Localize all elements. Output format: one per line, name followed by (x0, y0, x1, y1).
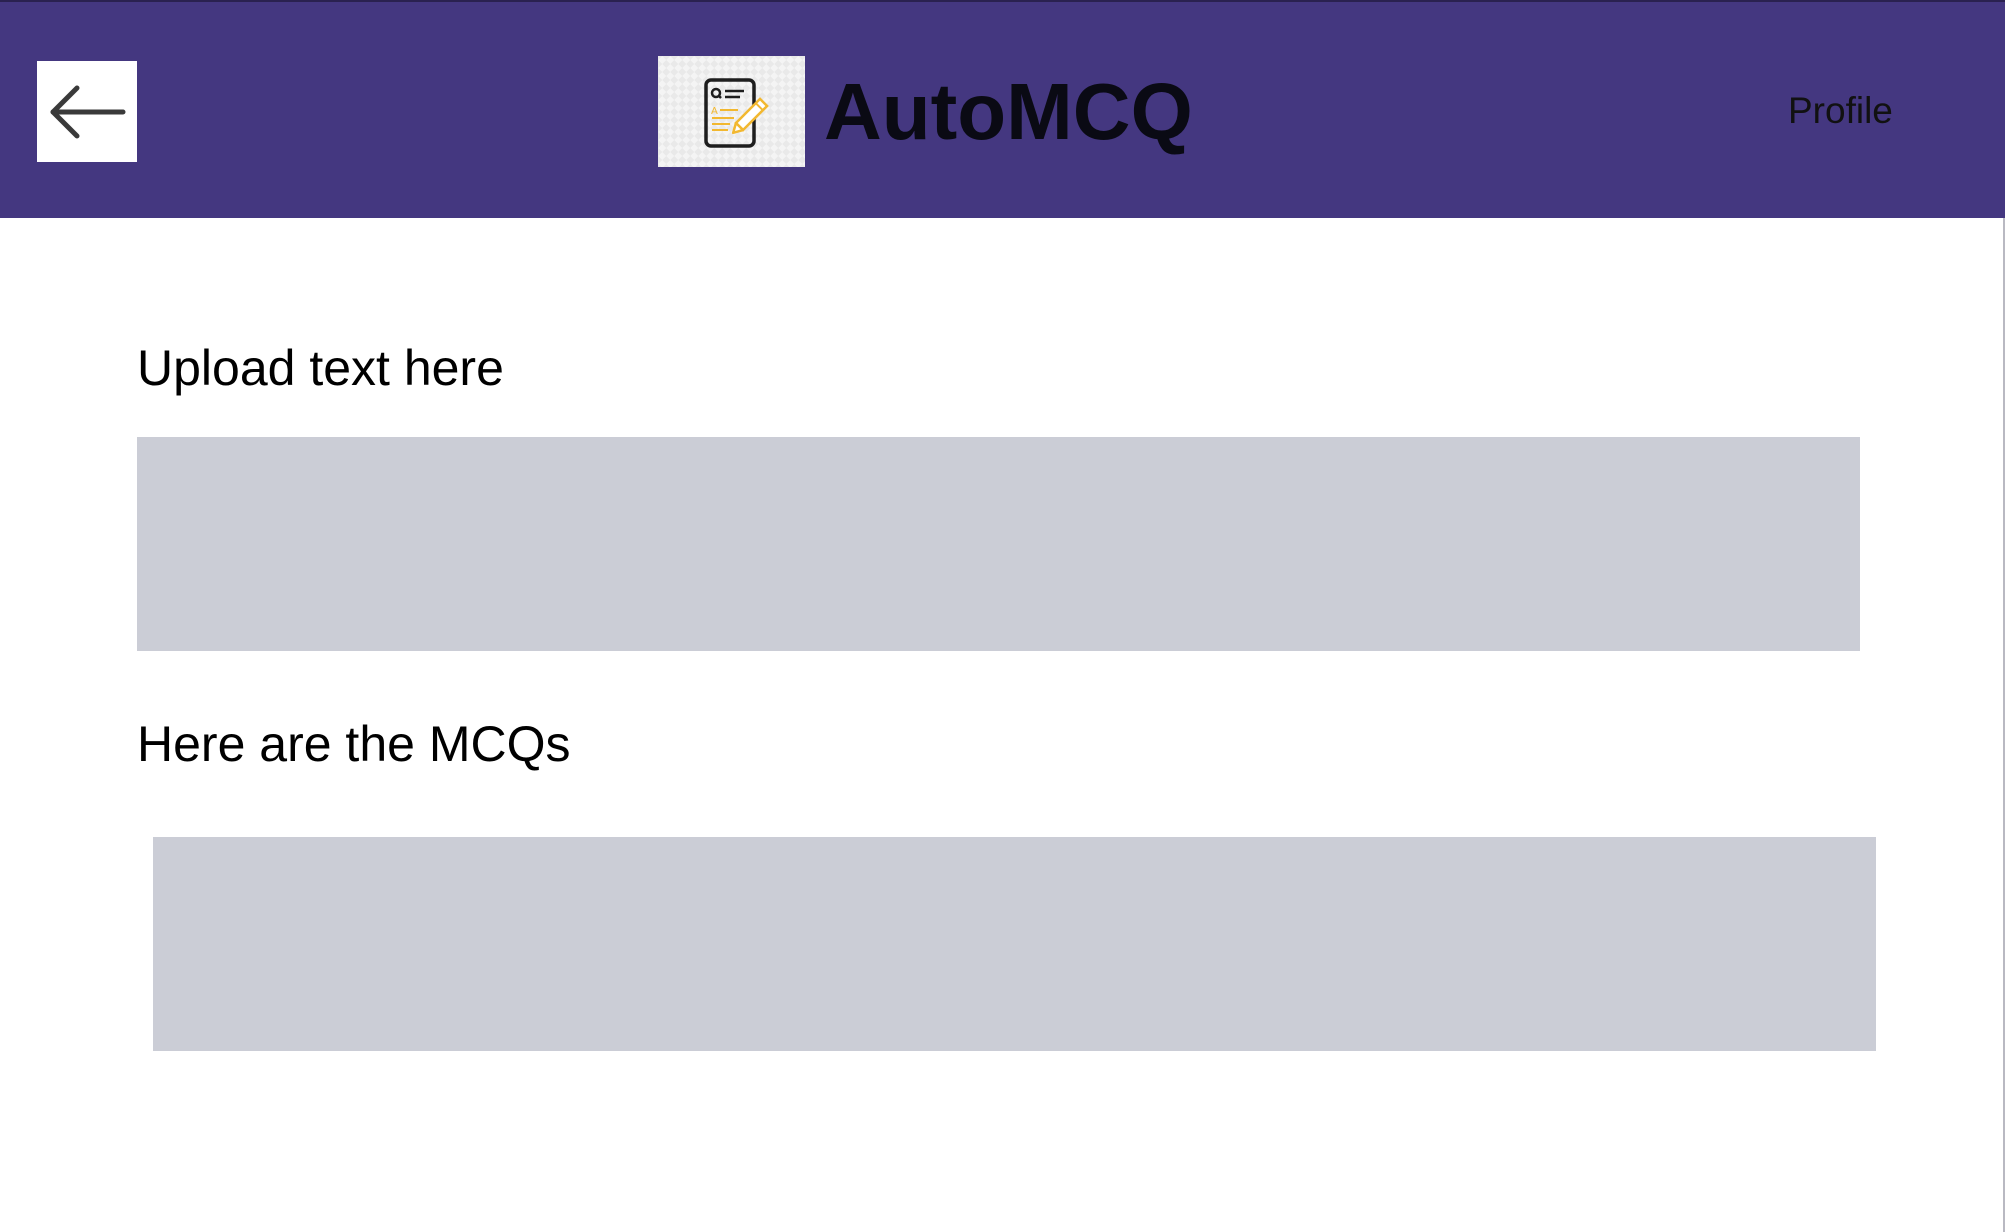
app-header: A AutoMCQ Profile (0, 0, 2005, 218)
profile-link[interactable]: Profile (1788, 88, 1893, 134)
app-page: A AutoMCQ Profile Upload text here Here … (0, 0, 2005, 1232)
document-edit-icon: A (703, 77, 769, 148)
app-title: AutoMCQ (824, 67, 1193, 156)
back-button[interactable] (37, 61, 137, 162)
app-logo: A (658, 56, 805, 167)
mcq-heading: Here are the MCQs (137, 716, 571, 772)
svg-text:A: A (711, 106, 718, 117)
upload-text-input[interactable] (137, 437, 1860, 651)
upload-heading: Upload text here (137, 340, 504, 396)
mcq-output-panel (153, 837, 1876, 1051)
arrow-left-icon (50, 85, 126, 138)
